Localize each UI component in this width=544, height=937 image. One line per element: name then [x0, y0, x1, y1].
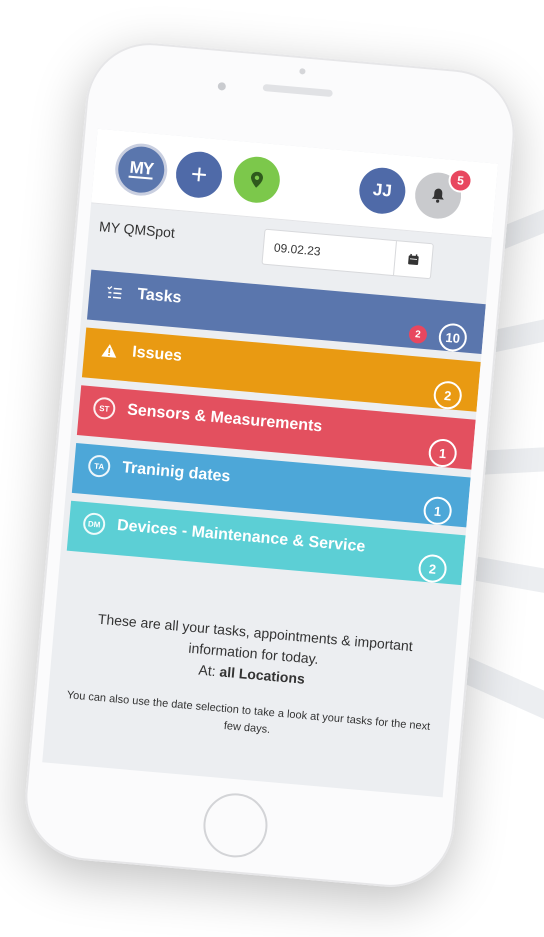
dm-icon: DM — [82, 511, 107, 536]
home-button[interactable] — [200, 790, 271, 861]
category-label: Tasks — [136, 285, 183, 307]
app-screen: MY + JJ 5 MY QMSpot 09.02.23 Tasks 2 10 … — [42, 128, 499, 798]
camera-dot — [299, 68, 306, 75]
ta-icon: TA — [87, 454, 112, 479]
info-location: all Locations — [218, 663, 306, 687]
category-label: Sensors & Measurements — [126, 401, 323, 436]
category-list: Tasks 2 10 Issues 2 ST Sensors & Measure… — [61, 269, 486, 586]
category-count: 1 — [422, 495, 453, 526]
info-sub-text: You can also use the date selection to t… — [66, 689, 431, 736]
front-camera — [217, 82, 227, 91]
category-count: 2 — [417, 553, 448, 584]
user-avatar[interactable]: JJ — [357, 165, 408, 216]
info-text: These are all your tasks, appointments &… — [62, 606, 441, 753]
calendar-button[interactable] — [393, 241, 433, 279]
app-logo-button[interactable]: MY — [116, 144, 167, 195]
location-pin-icon — [251, 171, 263, 188]
st-icon: ST — [92, 396, 117, 421]
speaker-grill — [262, 83, 333, 98]
category-label: Traninig dates — [121, 459, 232, 486]
bell-icon — [431, 188, 444, 203]
plus-icon: + — [189, 158, 209, 191]
phone-frame: MY + JJ 5 MY QMSpot 09.02.23 Tasks 2 10 … — [20, 37, 520, 893]
user-initials: JJ — [372, 179, 393, 201]
category-count: 1 — [427, 437, 458, 469]
category-alert-badge: 2 — [408, 324, 428, 345]
date-field[interactable]: 09.02.23 — [261, 228, 434, 280]
date-value: 09.02.23 — [273, 240, 322, 259]
add-button[interactable]: + — [174, 149, 224, 200]
logo-text: MY — [128, 157, 154, 180]
category-label: Devices - Maintenance & Service — [116, 516, 366, 556]
category-label: Issues — [131, 343, 183, 365]
task-list-icon — [103, 281, 127, 305]
page-title: MY QMSpot — [98, 218, 176, 241]
info-at-label: At: — [197, 661, 217, 680]
category-count: 10 — [437, 322, 468, 353]
location-button[interactable] — [231, 154, 282, 205]
warning-icon — [97, 339, 121, 363]
calendar-icon — [408, 253, 419, 266]
category-count: 2 — [432, 380, 463, 411]
